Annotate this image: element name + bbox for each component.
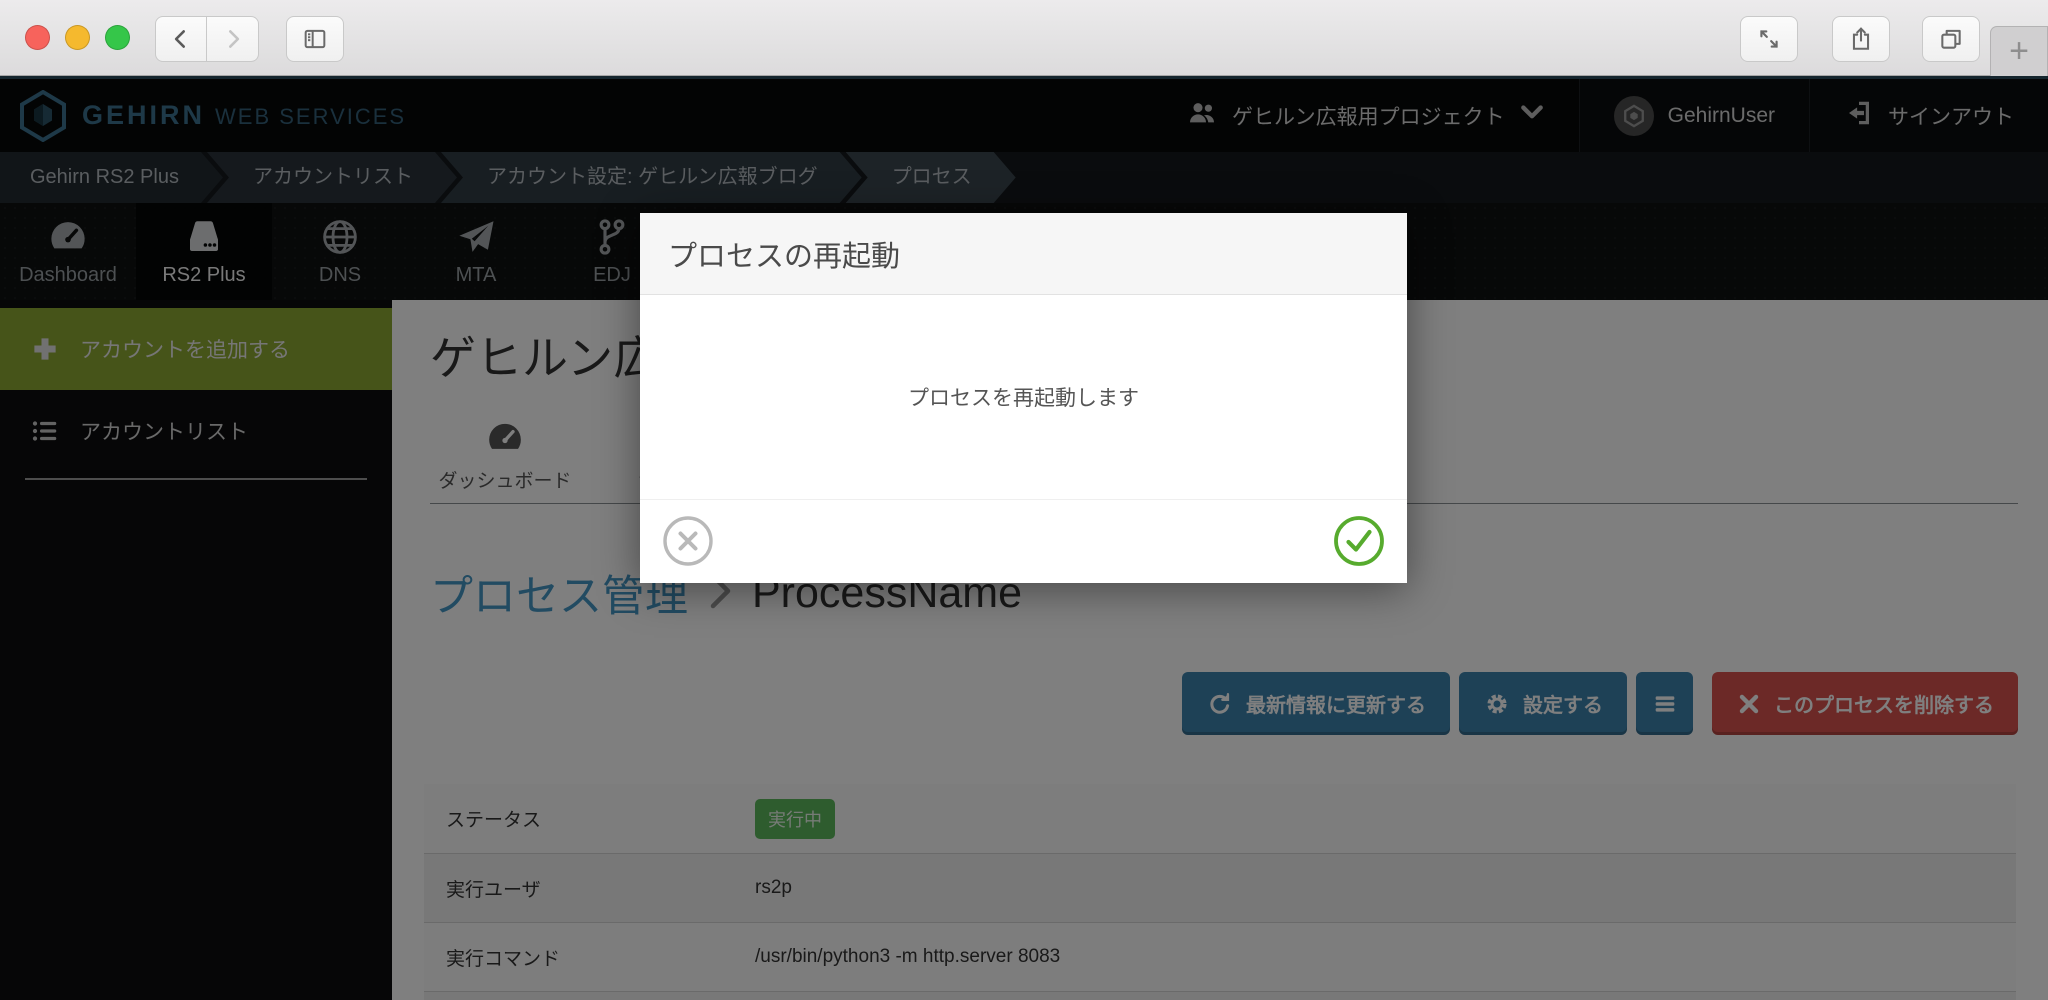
chevron-left-icon [168,26,194,52]
cancel-button[interactable] [662,515,714,567]
forward-button[interactable] [207,16,259,62]
modal-header: プロセスの再起動 [640,213,1407,295]
tabs-icon [1938,26,1964,52]
modal-title: プロセスの再起動 [668,233,900,275]
modal-body: プロセスを再起動します [640,295,1407,499]
minimize-window-button[interactable] [65,25,90,50]
modal-footer [640,499,1407,582]
sidebar-panel-icon [301,25,329,53]
sidebar-toggle-button[interactable] [286,16,344,62]
tab-overview-button[interactable] [1922,16,1980,62]
share-button[interactable] [1832,16,1890,62]
share-icon [1848,26,1874,52]
x-circle-icon [662,515,714,567]
chevron-right-icon [220,26,246,52]
close-window-button[interactable] [25,25,50,50]
check-circle-icon [1333,515,1385,567]
modal-message: プロセスを再起動します [908,382,1139,412]
plus-icon: + [2009,32,2029,71]
fullscreen-button[interactable] [1740,16,1798,62]
expand-arrows-icon [1756,26,1782,52]
confirm-button[interactable] [1333,515,1385,567]
back-button[interactable] [155,16,207,62]
new-tab-button[interactable]: + [1990,26,2048,76]
screen: + GEHIRNWEB SERVICES [0,0,2048,1000]
zoom-window-button[interactable] [105,25,130,50]
web-page: GEHIRNWEB SERVICES ゲヒルン広報用プロジェクト [0,76,2048,1000]
browser-toolbar: + [0,0,2048,76]
restart-process-modal: プロセスの再起動 プロセスを再起動します [640,213,1407,583]
